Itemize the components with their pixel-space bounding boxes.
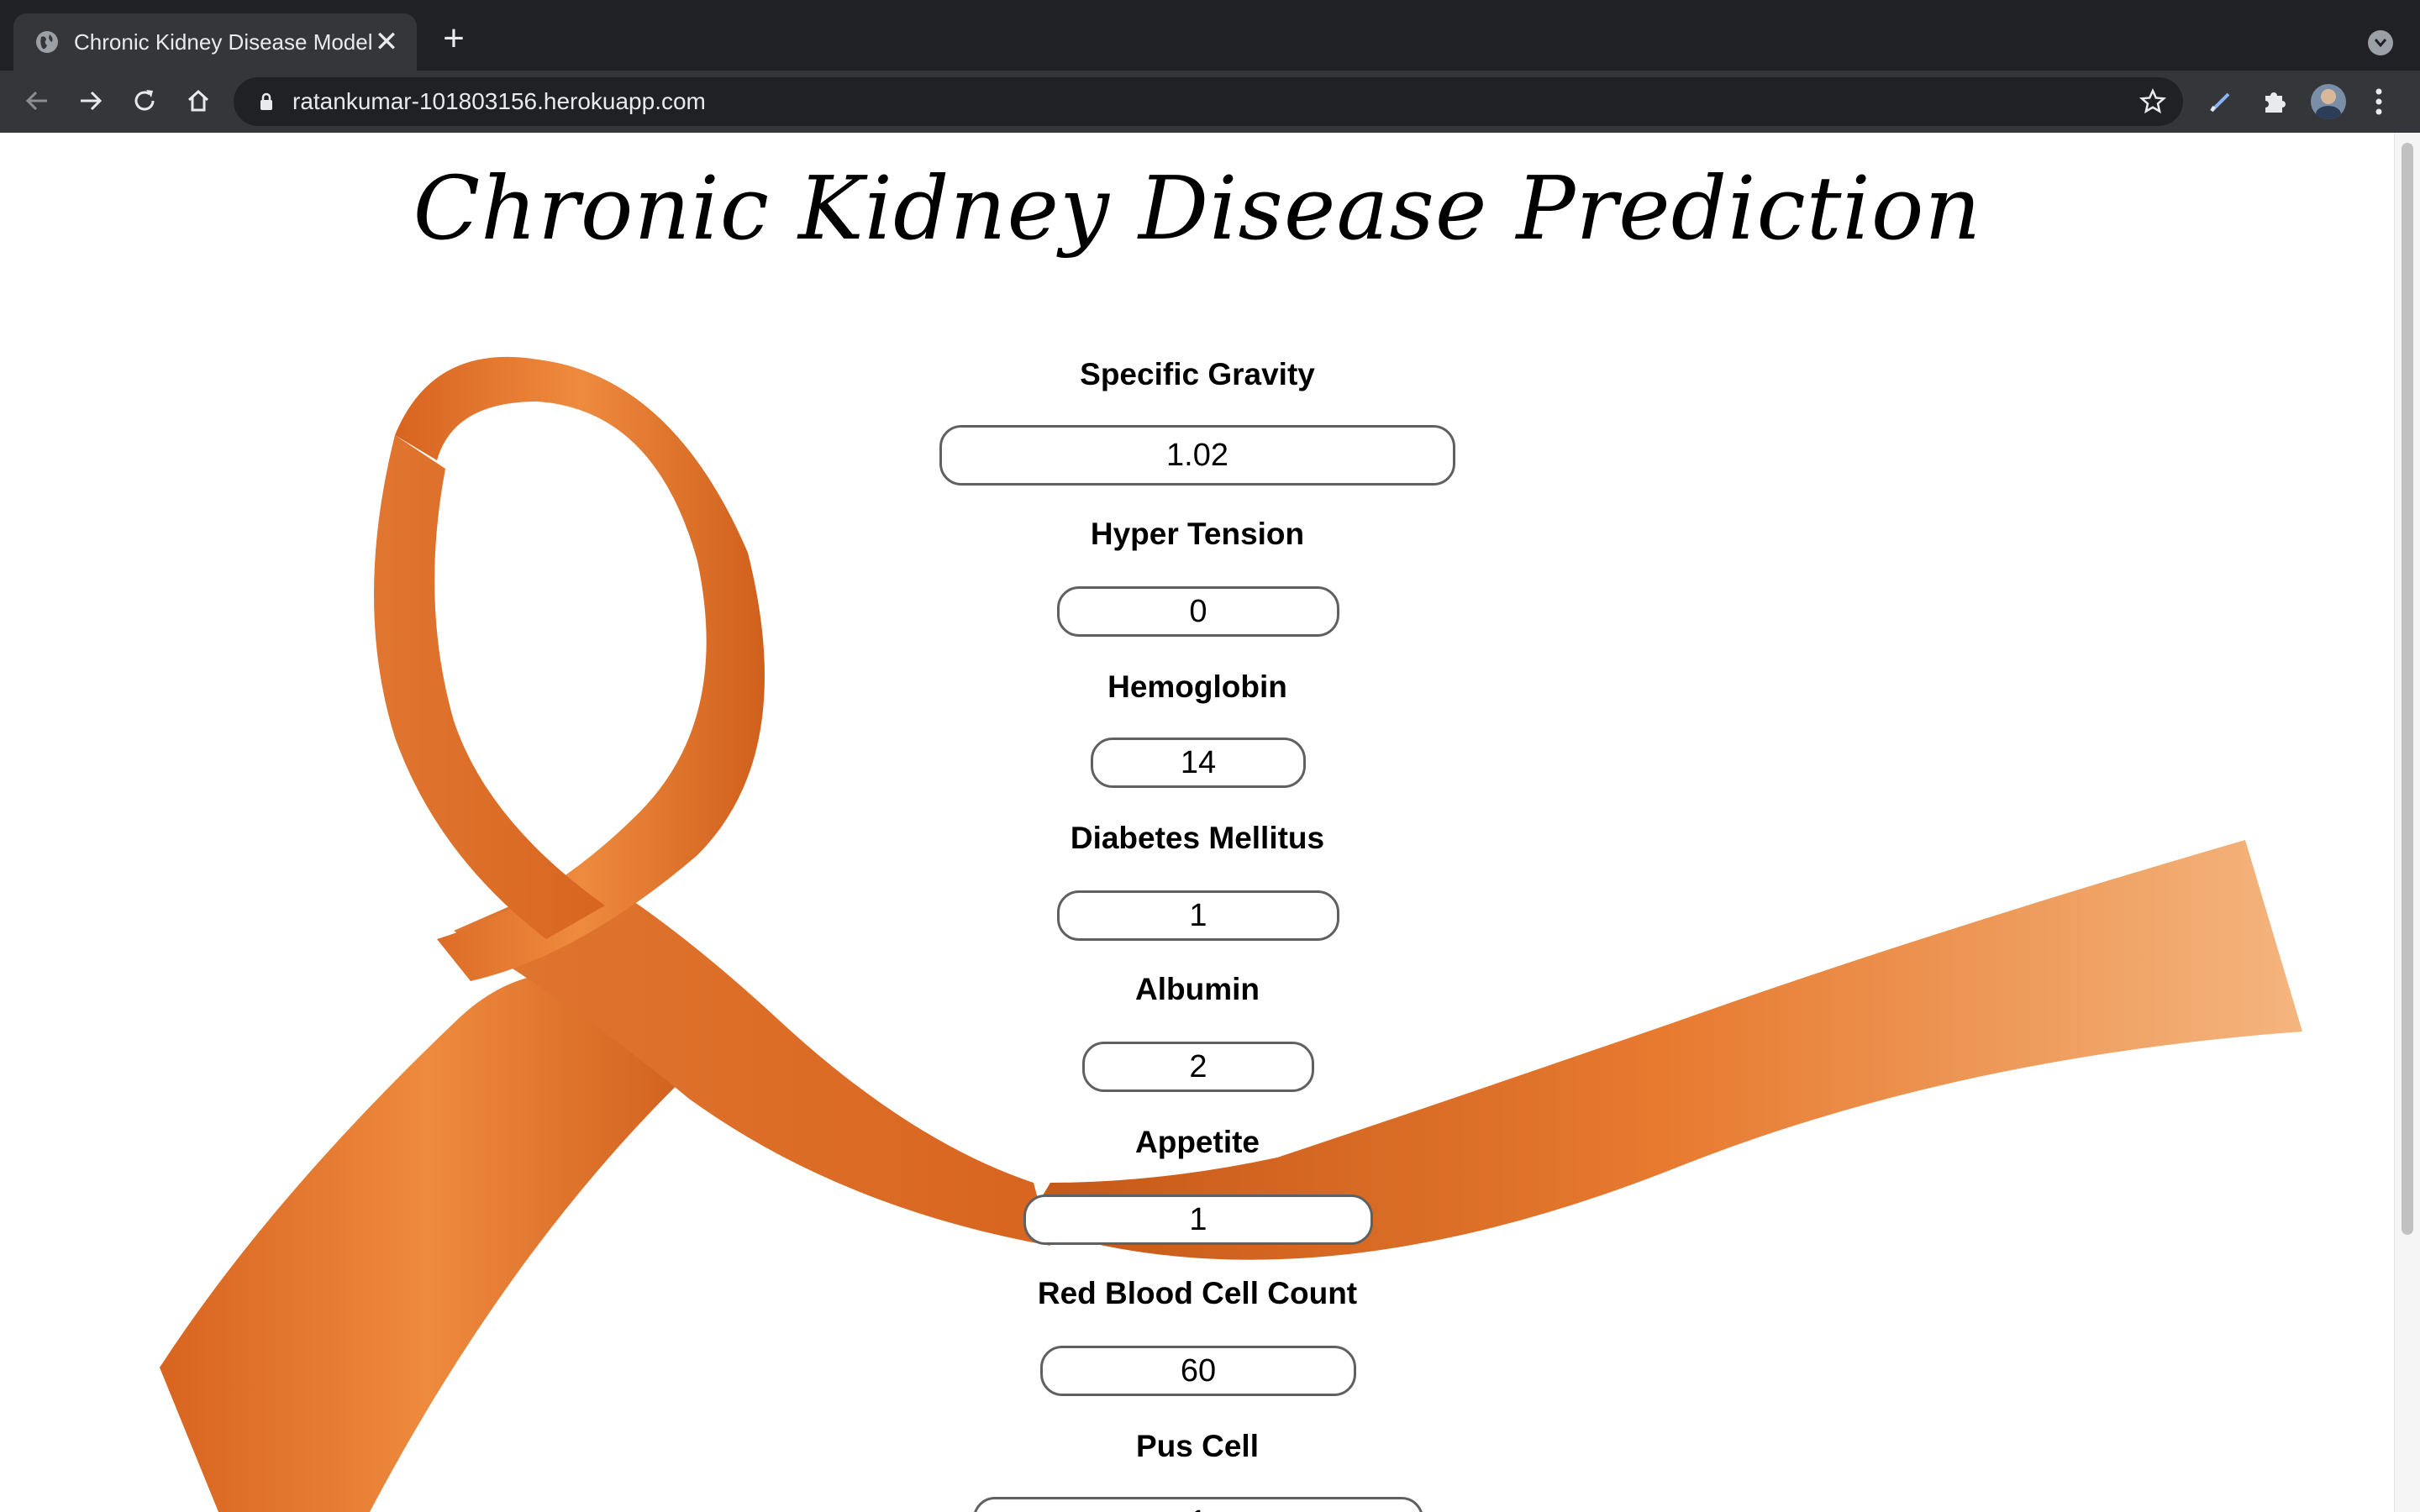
label-appetite: Appetite (1135, 1125, 1260, 1159)
home-icon[interactable] (176, 79, 220, 123)
more-vert-icon[interactable] (2375, 87, 2383, 120)
page-viewport: Chronic Kidney Disease Prediction Specif… (0, 133, 2420, 1512)
label-red-blood-cell-count: Red Blood Cell Count (1037, 1276, 1358, 1310)
page-scrollbar[interactable] (2394, 133, 2420, 1512)
back-arrow-icon[interactable] (15, 79, 59, 123)
label-hyper-tension: Hyper Tension (1090, 517, 1305, 551)
forward-arrow-icon[interactable] (69, 79, 113, 123)
tab-title: Chronic Kidney Disease Model (74, 29, 373, 55)
address-bar[interactable]: ratankumar-101803156.herokuapp.com (234, 77, 2183, 126)
label-pus-cell: Pus Cell (1136, 1429, 1259, 1463)
input-red-blood-cell-count[interactable] (1040, 1346, 1356, 1396)
lock-icon (259, 92, 274, 115)
close-icon[interactable]: ✕ (370, 25, 403, 59)
globe-icon (34, 29, 60, 55)
browser-tab[interactable]: Chronic Kidney Disease Model ✕ (13, 13, 417, 71)
input-appetite[interactable] (1023, 1194, 1373, 1245)
reload-icon[interactable] (123, 79, 166, 123)
page-title: Chronic Kidney Disease Prediction (413, 157, 1982, 260)
label-diabetes-mellitus: Diabetes Mellitus (1070, 821, 1325, 855)
url-text: ratankumar-101803156.herokuapp.com (292, 88, 706, 114)
input-pus-cell[interactable] (973, 1497, 1423, 1512)
input-diabetes-mellitus[interactable] (1057, 890, 1339, 941)
input-hyper-tension[interactable] (1057, 586, 1339, 637)
input-specific-gravity[interactable] (939, 425, 1455, 486)
label-hemoglobin: Hemoglobin (1107, 669, 1287, 704)
label-specific-gravity: Specific Gravity (1080, 357, 1315, 391)
profile-avatar[interactable] (2311, 84, 2346, 119)
star-icon[interactable] (2139, 87, 2167, 119)
plus-icon[interactable]: + (434, 18, 474, 59)
browser-toolbar: ratankumar-101803156.herokuapp.com (0, 71, 2420, 133)
pen-extension-icon[interactable] (2207, 87, 2235, 120)
scrollbar-thumb[interactable] (2402, 143, 2413, 1235)
tab-search-icon[interactable] (2368, 30, 2393, 55)
input-hemoglobin[interactable] (1091, 738, 1306, 788)
label-albumin: Albumin (1135, 972, 1260, 1006)
puzzle-extension-icon[interactable] (2260, 87, 2289, 120)
input-albumin[interactable] (1082, 1042, 1314, 1092)
browser-tab-strip: Chronic Kidney Disease Model ✕ + (0, 0, 2420, 71)
